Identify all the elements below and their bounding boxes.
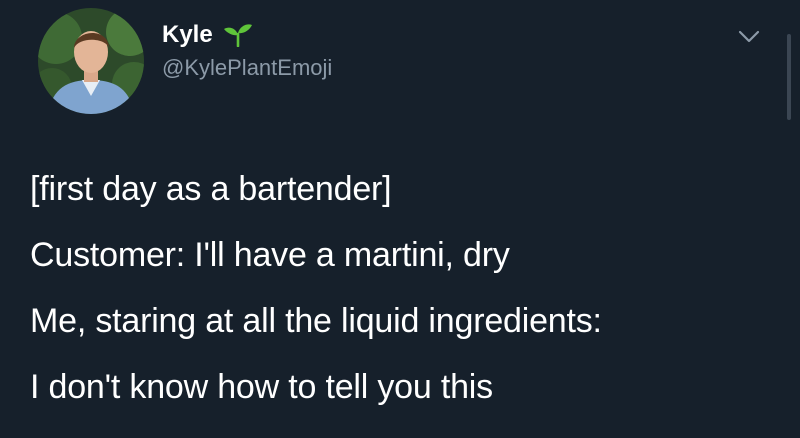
scrollbar[interactable] bbox=[787, 34, 791, 120]
chevron-down-icon[interactable] bbox=[734, 26, 764, 46]
tweet-card: Kyle @KylePlantEmoji [first day as a bar… bbox=[0, 0, 800, 438]
seedling-icon bbox=[223, 23, 253, 48]
user-handle[interactable]: @KylePlantEmoji bbox=[162, 53, 332, 83]
avatar-image bbox=[38, 8, 144, 114]
user-identity: Kyle @KylePlantEmoji bbox=[162, 21, 332, 83]
tweet-line-3: Me, staring at all the liquid ingredient… bbox=[30, 302, 602, 340]
tweet-header: Kyle @KylePlantEmoji bbox=[38, 8, 332, 114]
display-name[interactable]: Kyle bbox=[162, 21, 213, 49]
tweet-text: [first day as a bartender] Customer: I'l… bbox=[30, 156, 780, 420]
avatar[interactable] bbox=[38, 8, 144, 114]
tweet-line-1: [first day as a bartender] bbox=[30, 170, 392, 208]
name-row: Kyle bbox=[162, 21, 332, 49]
tweet-line-4: I don't know how to tell you this bbox=[30, 368, 493, 406]
tweet-line-2: Customer: I'll have a martini, dry bbox=[30, 236, 510, 274]
